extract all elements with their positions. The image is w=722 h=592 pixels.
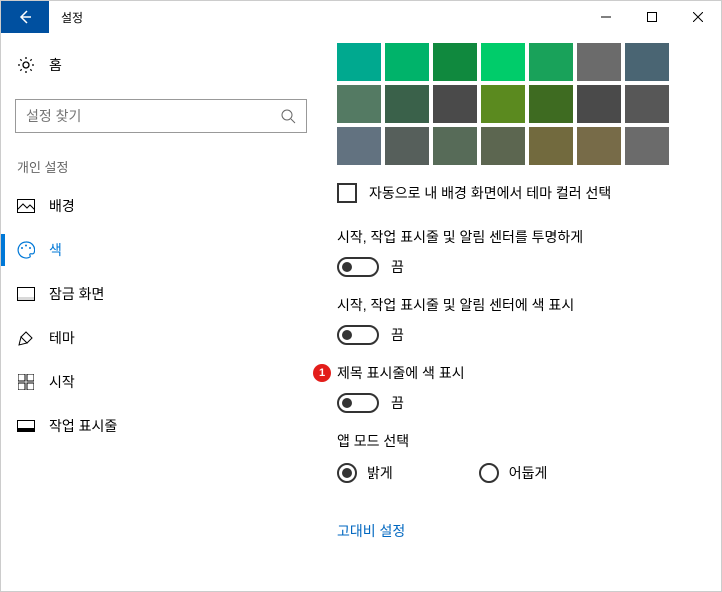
home-nav[interactable]: 홈 bbox=[1, 45, 321, 85]
color-swatch[interactable] bbox=[385, 43, 429, 81]
sidebar: 홈 개인 설정 배경 색 잠금 화면 테마 시작 bbox=[1, 33, 321, 591]
taskbar-icon bbox=[17, 417, 35, 435]
picture-icon bbox=[17, 197, 35, 215]
sidebar-item-label: 테마 bbox=[49, 328, 75, 348]
setting-title: 시작, 작업 표시줄 및 알림 센터를 투명하게 bbox=[337, 227, 703, 247]
color-swatch[interactable] bbox=[529, 85, 573, 123]
checkbox-label: 자동으로 내 배경 화면에서 테마 컬러 선택 bbox=[369, 183, 611, 203]
toggle-switch bbox=[337, 325, 379, 345]
color-swatch[interactable] bbox=[385, 127, 429, 165]
toggle-switch bbox=[337, 393, 379, 413]
color-swatch[interactable] bbox=[577, 43, 621, 81]
color-swatch[interactable] bbox=[577, 127, 621, 165]
setting-title-text: 제목 표시줄에 색 표시 bbox=[337, 365, 465, 381]
lockscreen-icon bbox=[17, 285, 35, 303]
radio-group-app-mode: 밝게 어둡게 bbox=[337, 463, 703, 483]
toggle-accent-start[interactable]: 끔 bbox=[337, 325, 703, 345]
setting-transparency: 시작, 작업 표시줄 및 알림 센터를 투명하게 끔 bbox=[337, 227, 703, 277]
color-swatch[interactable] bbox=[625, 127, 669, 165]
content-area: 홈 개인 설정 배경 색 잠금 화면 테마 시작 bbox=[1, 33, 721, 591]
color-swatch[interactable] bbox=[337, 85, 381, 123]
radio-light[interactable]: 밝게 bbox=[337, 463, 393, 483]
back-button[interactable] bbox=[1, 1, 49, 33]
sidebar-item-background[interactable]: 배경 bbox=[1, 184, 321, 228]
radio-label: 어둡게 bbox=[509, 463, 548, 483]
radio-icon bbox=[479, 463, 499, 483]
sidebar-item-label: 작업 표시줄 bbox=[49, 416, 117, 436]
window-controls bbox=[583, 1, 721, 33]
color-swatch[interactable] bbox=[481, 43, 525, 81]
setting-title: 1 제목 표시줄에 색 표시 bbox=[337, 363, 703, 383]
color-swatch[interactable] bbox=[337, 43, 381, 81]
color-swatch[interactable] bbox=[337, 127, 381, 165]
color-swatch[interactable] bbox=[625, 85, 669, 123]
setting-accent-start: 시작, 작업 표시줄 및 알림 센터에 색 표시 끔 bbox=[337, 295, 703, 345]
toggle-transparency[interactable]: 끔 bbox=[337, 257, 703, 277]
color-swatch[interactable] bbox=[481, 127, 525, 165]
sidebar-item-label: 시작 bbox=[49, 372, 75, 392]
color-swatch[interactable] bbox=[433, 43, 477, 81]
auto-theme-checkbox-row[interactable]: 자동으로 내 배경 화면에서 테마 컬러 선택 bbox=[337, 183, 703, 203]
palette-icon bbox=[17, 241, 35, 259]
toggle-state-label: 끔 bbox=[391, 257, 404, 277]
maximize-icon bbox=[647, 12, 657, 22]
close-button[interactable] bbox=[675, 1, 721, 33]
sidebar-item-taskbar[interactable]: 작업 표시줄 bbox=[1, 404, 321, 448]
setting-title: 앱 모드 선택 bbox=[337, 431, 703, 451]
setting-app-mode: 앱 모드 선택 밝게 어둡게 bbox=[337, 431, 703, 483]
high-contrast-link[interactable]: 고대비 설정 bbox=[337, 521, 405, 541]
sidebar-item-start[interactable]: 시작 bbox=[1, 360, 321, 404]
minimize-button[interactable] bbox=[583, 1, 629, 33]
radio-label: 밝게 bbox=[367, 463, 393, 483]
sidebar-item-label: 잠금 화면 bbox=[49, 284, 104, 304]
close-icon bbox=[693, 12, 703, 22]
setting-titlebar-color: 1 제목 표시줄에 색 표시 끔 bbox=[337, 363, 703, 413]
start-icon bbox=[17, 373, 35, 391]
search-input[interactable] bbox=[26, 108, 280, 124]
color-swatch[interactable] bbox=[577, 85, 621, 123]
toggle-state-label: 끔 bbox=[391, 325, 404, 345]
home-label: 홈 bbox=[49, 55, 62, 75]
search-icon bbox=[280, 108, 296, 124]
arrow-left-icon bbox=[17, 9, 33, 25]
window-title: 설정 bbox=[49, 9, 83, 26]
color-swatch[interactable] bbox=[433, 85, 477, 123]
toggle-switch bbox=[337, 257, 379, 277]
sidebar-item-label: 색 bbox=[49, 240, 62, 260]
main-panel: 자동으로 내 배경 화면에서 테마 컬러 선택 시작, 작업 표시줄 및 알림 … bbox=[321, 33, 721, 591]
color-swatch[interactable] bbox=[529, 127, 573, 165]
sidebar-item-label: 배경 bbox=[49, 196, 75, 216]
annotation-badge: 1 bbox=[313, 364, 331, 382]
radio-dark[interactable]: 어둡게 bbox=[479, 463, 548, 483]
titlebar: 설정 bbox=[1, 1, 721, 33]
color-swatch[interactable] bbox=[529, 43, 573, 81]
sidebar-item-lockscreen[interactable]: 잠금 화면 bbox=[1, 272, 321, 316]
maximize-button[interactable] bbox=[629, 1, 675, 33]
search-box[interactable] bbox=[15, 99, 307, 133]
sidebar-item-themes[interactable]: 테마 bbox=[1, 316, 321, 360]
sidebar-item-colors[interactable]: 색 bbox=[1, 228, 321, 272]
radio-icon bbox=[337, 463, 357, 483]
color-swatch[interactable] bbox=[433, 127, 477, 165]
color-swatch[interactable] bbox=[385, 85, 429, 123]
gear-icon bbox=[17, 56, 35, 74]
section-header: 개인 설정 bbox=[1, 133, 321, 184]
setting-title: 시작, 작업 표시줄 및 알림 센터에 색 표시 bbox=[337, 295, 703, 315]
checkbox-icon bbox=[337, 183, 357, 203]
color-swatch-grid bbox=[337, 43, 703, 165]
toggle-state-label: 끔 bbox=[391, 393, 404, 413]
color-swatch[interactable] bbox=[481, 85, 525, 123]
color-swatch[interactable] bbox=[625, 43, 669, 81]
theme-icon bbox=[17, 329, 35, 347]
minimize-icon bbox=[601, 12, 611, 22]
toggle-titlebar-color[interactable]: 끔 bbox=[337, 393, 703, 413]
